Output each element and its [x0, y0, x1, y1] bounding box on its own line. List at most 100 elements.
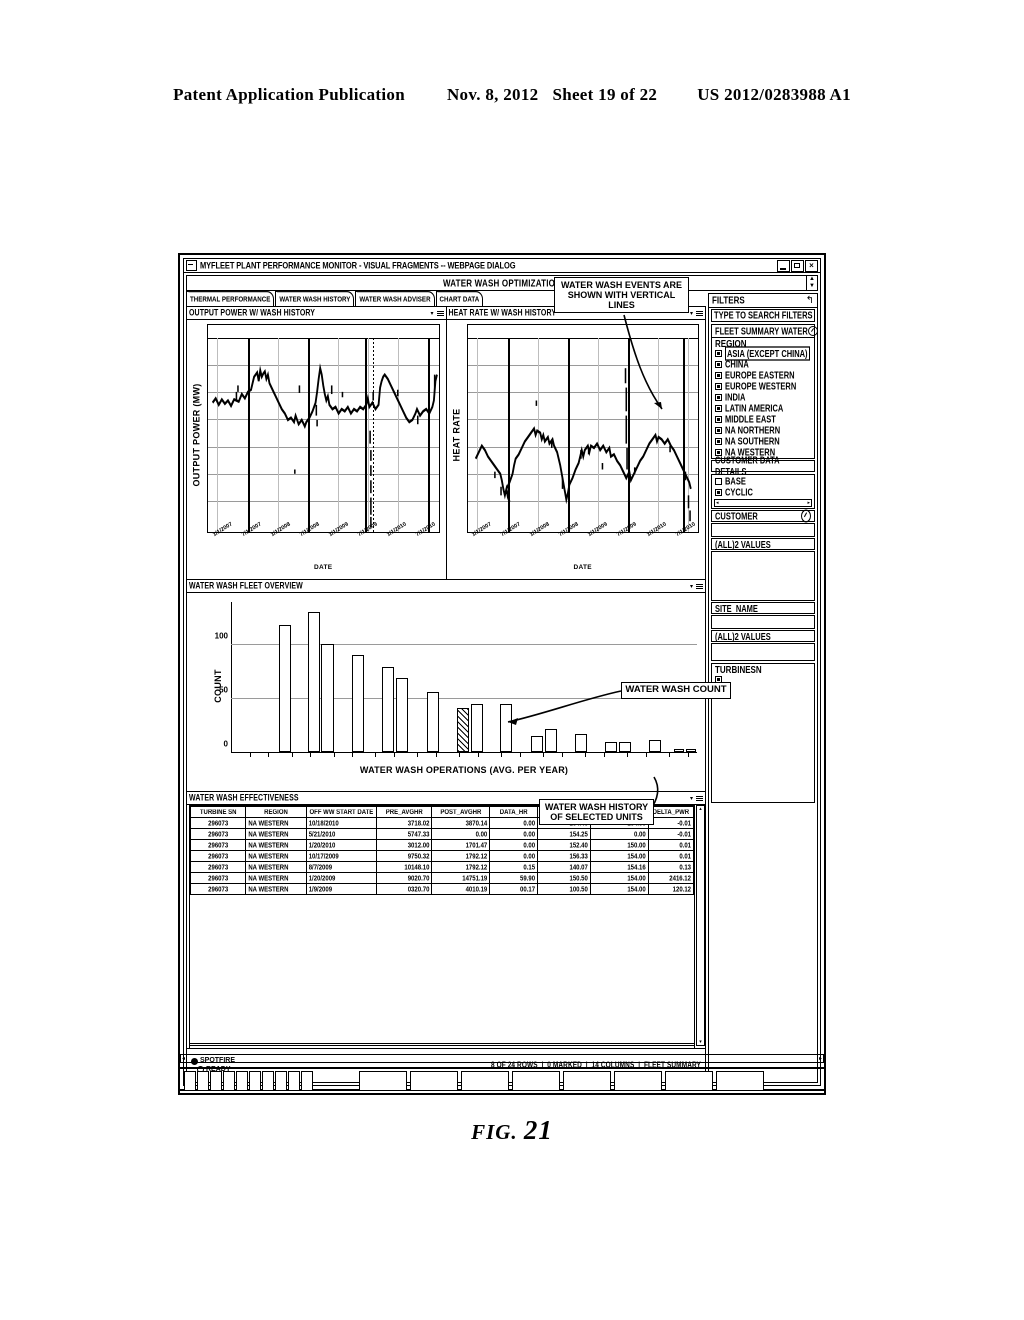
chevron-down-icon[interactable]: ▾	[690, 583, 693, 590]
table-row[interactable]	[545, 729, 558, 752]
table-row[interactable]	[685, 748, 697, 752]
taskbar-window-button[interactable]	[410, 1071, 458, 1091]
table-row[interactable]	[531, 735, 544, 752]
effectiveness-table[interactable]: TURBINE SN REGION OFF WW START DATE PRE_…	[189, 805, 695, 1046]
table-row-highlighted[interactable]	[456, 707, 469, 752]
table-row[interactable]	[381, 666, 395, 752]
site-name-values[interactable]: (ALL)2 VALUES	[711, 630, 815, 642]
scroll-up-icon[interactable]: ▲	[807, 276, 817, 283]
table-row[interactable]	[500, 703, 513, 752]
checkbox-icon[interactable]	[715, 478, 722, 485]
table-row[interactable]	[470, 703, 483, 752]
customer-values[interactable]: (ALL)2 VALUES	[711, 538, 815, 550]
fleet-overview-plot[interactable]: 0 50 100	[215, 602, 697, 757]
panel-menu-icon[interactable]	[696, 795, 703, 802]
taskbar-icon[interactable]	[223, 1071, 235, 1091]
taskbar-window-button[interactable]	[461, 1071, 509, 1091]
table-row[interactable]	[604, 742, 617, 752]
table-row[interactable]	[395, 677, 409, 752]
chevron-down-icon[interactable]: ▾	[690, 310, 693, 317]
customer-filter-header[interactable]: CUSTOMER	[711, 509, 815, 523]
table-row[interactable]	[278, 624, 291, 752]
taskbar-window-button[interactable]	[614, 1071, 662, 1091]
filter-item-middle-east[interactable]: MIDDLE EAST	[712, 414, 814, 425]
taskbar-icon[interactable]	[249, 1071, 261, 1091]
taskbar-window-button[interactable]	[716, 1071, 764, 1091]
tab-thermal-performance[interactable]: THERMAL PERFORMANCE	[186, 291, 275, 306]
maximize-button[interactable]	[791, 259, 804, 272]
site-name-values-list[interactable]	[711, 643, 815, 661]
filter-item-na-northern[interactable]: NA NORTHERN	[712, 425, 814, 436]
customer-filter-input[interactable]	[711, 523, 815, 537]
table-row[interactable]	[618, 742, 631, 752]
scroll-right-icon[interactable]: ▸	[819, 1055, 822, 1062]
taskbar-icon[interactable]	[301, 1071, 313, 1091]
customer-data-details-header[interactable]: CUSTOMER DATA DETAILS	[711, 454, 815, 478]
filter-item-asia[interactable]: ASIA (EXCEPT CHINA)	[712, 346, 814, 361]
customer-values-list[interactable]	[711, 551, 815, 601]
window-horizontal-scrollbar[interactable]: ◂ ▸	[180, 1054, 824, 1063]
taskbar-window-button[interactable]	[512, 1071, 560, 1091]
tab-water-wash-history[interactable]: WATER WASH HISTORY	[275, 291, 355, 306]
collapse-circle-icon[interactable]	[801, 509, 811, 523]
taskbar-icon[interactable]	[197, 1071, 209, 1091]
group-horizontal-scrollbar[interactable]: ◂ ▸	[714, 499, 812, 507]
scroll-down-icon[interactable]: ▼	[807, 283, 817, 290]
heat-rate-plot[interactable]	[466, 324, 699, 533]
taskbar-icon[interactable]	[262, 1071, 274, 1091]
tab-water-wash-adviser[interactable]: WATER WASH ADVISER	[355, 291, 435, 306]
scroll-left-icon[interactable]: ◂	[716, 500, 719, 506]
filter-item-cyclic[interactable]: CYCLIC	[712, 487, 814, 498]
taskbar-icon[interactable]	[210, 1071, 222, 1091]
scroll-down-icon[interactable]: ▾	[697, 1039, 704, 1045]
taskbar-icon[interactable]	[184, 1071, 196, 1091]
table-row[interactable]	[352, 654, 365, 752]
table-row[interactable]	[673, 748, 684, 752]
filter-item-europe-western[interactable]: EUROPE WESTERN	[712, 381, 814, 392]
table-row[interactable]	[574, 733, 588, 752]
table-row[interactable]: 296073 NA WESTERN 1/9/2009 0320.70 4010.…	[189, 881, 695, 897]
checkbox-icon[interactable]	[715, 438, 722, 445]
chevron-down-icon[interactable]: ▾	[690, 795, 693, 802]
table-row[interactable]	[426, 691, 439, 752]
checkbox-icon[interactable]	[715, 489, 722, 496]
checkbox-icon[interactable]	[715, 405, 722, 412]
filter-item-na-southern[interactable]: NA SOUTHERN	[712, 436, 814, 447]
filter-item-latin-america[interactable]: LATIN AMERICA	[712, 403, 814, 414]
site-name-filter-header[interactable]: SITE_NAME	[711, 602, 815, 614]
checkbox-icon[interactable]	[715, 372, 722, 379]
taskbar-window-button[interactable]	[665, 1071, 713, 1091]
checkbox-icon[interactable]	[715, 383, 722, 390]
scroll-right-icon[interactable]: ▸	[807, 500, 810, 506]
panel-menu-icon[interactable]	[696, 310, 703, 317]
scroll-up-icon[interactable]: ▴	[697, 806, 704, 812]
table-row[interactable]	[648, 740, 661, 752]
tab-chart-data[interactable]: CHART DATA	[435, 291, 484, 306]
filter-item-europe-eastern[interactable]: EUROPE EASTERN	[712, 370, 814, 381]
site-name-filter-input[interactable]	[711, 615, 815, 629]
minimize-button[interactable]	[777, 259, 790, 272]
taskbar-icon[interactable]	[236, 1071, 248, 1091]
close-button[interactable]: ×	[805, 259, 818, 272]
checkbox-icon[interactable]	[715, 361, 722, 368]
taskbar-window-button[interactable]	[563, 1071, 611, 1091]
table-row[interactable]	[308, 611, 321, 752]
output-power-plot[interactable]	[207, 324, 440, 533]
table-vertical-scrollbar[interactable]: ▴ ▾	[696, 805, 705, 1046]
checkbox-icon[interactable]	[715, 416, 722, 423]
checkbox-icon[interactable]	[715, 394, 722, 401]
panel-menu-icon[interactable]	[696, 583, 703, 590]
panel-menu-icon[interactable]	[436, 310, 444, 317]
collapse-circle-icon[interactable]	[807, 326, 818, 336]
taskbar-icon[interactable]	[288, 1071, 300, 1091]
checkbox-icon[interactable]	[715, 427, 722, 434]
table-row[interactable]	[321, 644, 334, 752]
reset-arrow-icon[interactable]: ↰	[806, 295, 814, 306]
chevron-down-icon[interactable]: ▾	[430, 310, 433, 317]
taskbar-icon[interactable]	[275, 1071, 287, 1091]
taskbar-window-button[interactable]	[359, 1071, 407, 1091]
filters-search-input[interactable]: TYPE TO SEARCH FILTERS	[711, 309, 815, 322]
scroll-left-icon[interactable]: ◂	[182, 1055, 185, 1062]
page-scrollbar[interactable]: ▲ ▼	[806, 276, 817, 290]
checkbox-icon[interactable]	[715, 350, 722, 357]
